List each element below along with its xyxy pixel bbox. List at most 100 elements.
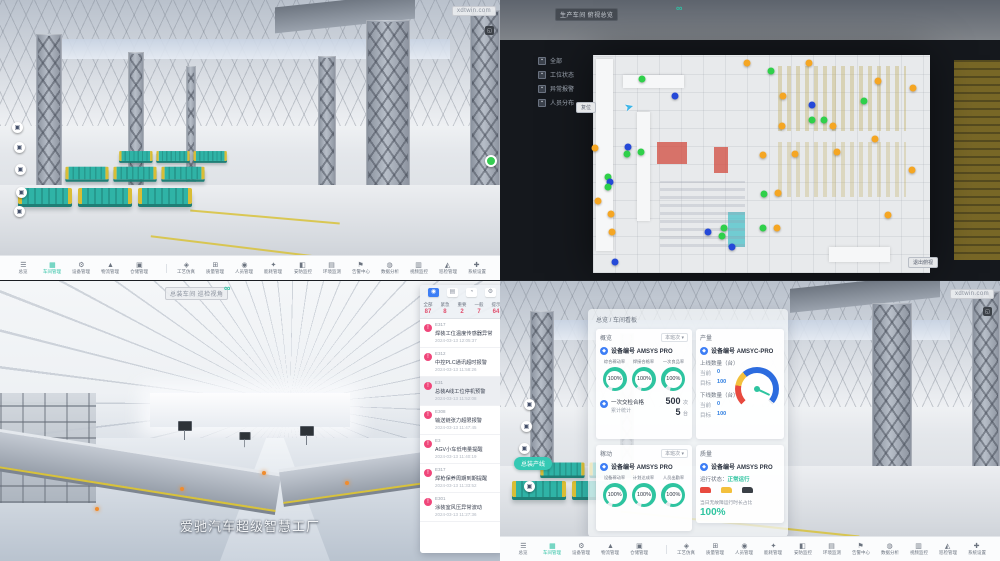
alarm-list-item[interactable]: ! E312 中控PLC通讯超时报警 2024-03-13 11:58:26	[420, 348, 500, 377]
alarm-list-item[interactable]: ! E31 总装A线工位停机预警 2024-03-13 11:52:08	[420, 377, 500, 406]
map-status-dot[interactable]	[875, 77, 882, 84]
checkbox-icon[interactable]: ▪	[538, 85, 546, 93]
minimize-view-icon[interactable]: ◱	[983, 307, 992, 316]
toolbar-item[interactable]: ⊞ 质量管理	[705, 543, 725, 556]
checkbox-icon[interactable]: ▪	[538, 99, 546, 107]
status-marker-green[interactable]	[485, 155, 497, 167]
toolbar-item[interactable]: ⚙ 设备管理	[571, 543, 591, 556]
toolbar-item[interactable]: ⊞ 质量管理	[205, 262, 225, 275]
map-status-dot[interactable]	[638, 75, 645, 82]
map-status-dot[interactable]	[624, 150, 631, 157]
alarm-list-item[interactable]: ! E308 输送链张力超限报警 2024-03-13 11:47:45	[420, 406, 500, 435]
alarm-stat[interactable]: 一般 7	[474, 301, 484, 315]
station-marker[interactable]: ▣	[14, 206, 25, 217]
map-status-dot[interactable]	[719, 232, 726, 239]
map-status-dot[interactable]	[774, 225, 781, 232]
map-status-dot[interactable]	[744, 60, 751, 67]
toolbar-item[interactable]: ◧ 安防监控	[793, 543, 813, 556]
map-status-dot[interactable]	[595, 198, 602, 205]
alarm-stat[interactable]: 提示 64	[491, 301, 500, 315]
map-status-dot[interactable]	[780, 92, 787, 99]
map-status-dot[interactable]	[728, 244, 735, 251]
station-marker[interactable]: ▣	[15, 164, 26, 175]
alarm-tab-icon[interactable]: ◉	[428, 288, 439, 297]
map-status-dot[interactable]	[625, 143, 632, 150]
toolbar-item[interactable]: ▤ 环境监测	[822, 543, 842, 556]
map-status-dot[interactable]	[872, 135, 879, 142]
station-marker[interactable]: ▣	[524, 481, 535, 492]
toolbar-item[interactable]: ▥ 视频监控	[409, 262, 429, 275]
station-marker[interactable]: ▣	[521, 421, 532, 432]
toolbar-item[interactable]: ⚑ 告警中心	[851, 543, 871, 556]
alarm-list-item[interactable]: ! E3 AGV小车低电量提醒 2024-03-13 11:40:19	[420, 435, 500, 464]
toolbar-item[interactable]: ☰ 总览	[513, 543, 533, 556]
map-status-dot[interactable]	[704, 229, 711, 236]
map-status-dot[interactable]	[721, 225, 728, 232]
alarm-tab-icon[interactable]: ⚙	[485, 288, 496, 297]
map-status-dot[interactable]	[611, 259, 618, 266]
checkbox-icon[interactable]: ▪	[538, 71, 546, 79]
car-icon[interactable]	[721, 487, 732, 493]
line-name-pill[interactable]: 总装产线	[514, 457, 552, 470]
map-status-dot[interactable]	[760, 191, 767, 198]
toolbar-item[interactable]: ◍ 数据分析	[880, 543, 900, 556]
map-status-dot[interactable]	[791, 150, 798, 157]
map-status-dot[interactable]	[607, 210, 614, 217]
alarm-list-item[interactable]: ! E301 涂装室风压异常波动 2024-03-13 11:27:36	[420, 493, 500, 522]
station-marker[interactable]: ▣	[519, 443, 530, 454]
station-marker[interactable]: ▣	[12, 122, 23, 133]
toolbar-item[interactable]: ◧ 安防监控	[293, 262, 313, 275]
toolbar-item[interactable]: ☰ 总览	[13, 262, 33, 275]
legend-row[interactable]: ▪ 工位状态	[538, 70, 574, 79]
map-status-dot[interactable]	[592, 145, 599, 152]
map-status-dot[interactable]	[779, 123, 786, 130]
alarm-stat[interactable]: 重要 2	[457, 301, 467, 315]
toolbar-item[interactable]: ▲ 物流管理	[600, 543, 620, 556]
toolbar-item[interactable]: ✦ 能耗管理	[263, 262, 283, 275]
map-status-dot[interactable]	[884, 212, 891, 219]
checkbox-icon[interactable]: ▪	[538, 57, 546, 65]
map-status-dot[interactable]	[833, 149, 840, 156]
alarm-stat[interactable]: 全部 87	[423, 301, 433, 315]
toolbar-item[interactable]: ▣ 仓储管理	[129, 262, 149, 275]
toolbar-item[interactable]: ◍ 数据分析	[380, 262, 400, 275]
alarm-list-item[interactable]: ! E317 焊枪保养周期到期提醒 2024-03-13 11:33:52	[420, 464, 500, 493]
map-status-dot[interactable]	[605, 184, 612, 191]
toolbar-item[interactable]: ▲ 物流管理	[100, 262, 120, 275]
alarm-stat[interactable]: 紧急 8	[440, 301, 450, 315]
car-icon[interactable]	[700, 487, 711, 493]
toolbar-item[interactable]: ◉ 人员管理	[734, 543, 754, 556]
toolbar-item[interactable]: ⚑ 告警中心	[351, 262, 371, 275]
toolbar-item[interactable]: ✚ 系统设置	[467, 262, 487, 275]
toolbar-item[interactable]: ✦ 能耗管理	[763, 543, 783, 556]
toolbar-item[interactable]: ▤ 环境监测	[322, 262, 342, 275]
factory-floorplan-map[interactable]: ➤	[593, 55, 930, 273]
map-status-dot[interactable]	[775, 189, 782, 196]
toolbar-item[interactable]: ◭ 巡检管理	[438, 262, 458, 275]
toolbar-item[interactable]: ◈ 工艺仿真	[676, 543, 696, 556]
toolbar-item[interactable]: ◭ 巡检管理	[938, 543, 958, 556]
toolbar-item[interactable]: ▥ 视频监控	[909, 543, 929, 556]
legend-row[interactable]: ▪ 异常报警	[538, 84, 574, 93]
camera-position-arrow-icon[interactable]: ➤	[623, 99, 635, 114]
alarm-tab-icon[interactable]: ▤	[447, 288, 458, 297]
map-status-dot[interactable]	[809, 116, 816, 123]
map-status-dot[interactable]	[809, 101, 816, 108]
toolbar-item[interactable]: ⚙ 设备管理	[71, 262, 91, 275]
map-status-dot[interactable]	[829, 123, 836, 130]
toolbar-item[interactable]: ◉ 人员管理	[234, 262, 254, 275]
map-status-dot[interactable]	[767, 67, 774, 74]
car-icon[interactable]	[742, 487, 753, 493]
toolbar-item[interactable]: ▣ 仓储管理	[629, 543, 649, 556]
toolbar-item[interactable]: ▦ 车间管理	[42, 262, 62, 275]
map-status-dot[interactable]	[860, 97, 867, 104]
legend-row[interactable]: ▪ 全部	[538, 56, 574, 65]
alarm-tab-icon[interactable]: ◔	[466, 288, 477, 297]
map-status-dot[interactable]	[637, 149, 644, 156]
breadcrumb[interactable]: 总览 / 车间看板	[596, 315, 637, 324]
reset-view-button[interactable]: 复位	[576, 102, 596, 113]
shift-dropdown[interactable]: 本班次 ▾	[661, 333, 688, 342]
station-marker[interactable]: ▣	[524, 399, 535, 410]
shift-dropdown[interactable]: 本班次 ▾	[661, 449, 688, 458]
map-status-dot[interactable]	[909, 167, 916, 174]
